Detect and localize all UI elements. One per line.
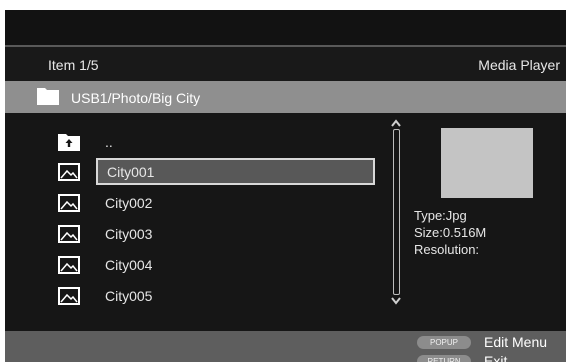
list-item-label: .. xyxy=(105,134,113,150)
current-path: USB1/Photo/Big City xyxy=(71,90,201,106)
scrollbar-track[interactable] xyxy=(393,129,400,295)
scrollbar[interactable] xyxy=(389,117,403,307)
list-item-label: City001 xyxy=(107,164,155,180)
folder-icon xyxy=(37,88,59,105)
list-item-city004[interactable]: City004 xyxy=(5,250,385,280)
file-size: Size:0.516M xyxy=(414,225,487,240)
parent-folder-icon xyxy=(58,134,80,151)
file-browser: .. City001 City002 City003 City004 City0… xyxy=(5,113,566,331)
chevron-up-icon[interactable] xyxy=(389,117,403,129)
return-key-badge: RETURN xyxy=(417,355,471,362)
list-item-city005[interactable]: City005 xyxy=(5,281,385,311)
image-preview xyxy=(441,128,533,198)
breadcrumb: USB1/Photo/Big City xyxy=(5,81,566,113)
list-item-label: City004 xyxy=(105,257,153,273)
popup-key-badge: POPUP xyxy=(417,336,471,349)
image-file-icon xyxy=(58,163,80,181)
chevron-down-icon[interactable] xyxy=(389,295,403,307)
top-bar xyxy=(5,10,566,47)
list-item-label: City003 xyxy=(105,226,153,242)
header-row: Item 1/5 Media Player xyxy=(5,47,566,81)
bottom-hint-bar: POPUP Edit Menu RETURN Exit xyxy=(5,331,566,362)
list-item-parent-folder[interactable]: .. xyxy=(5,127,385,157)
media-player-screen: Item 1/5 Media Player USB1/Photo/Big Cit… xyxy=(5,10,566,362)
list-item-label: City002 xyxy=(105,195,153,211)
file-info: Type:Jpg Size:0.516M Resolution: xyxy=(414,207,486,258)
list-item-city003[interactable]: City003 xyxy=(5,219,385,249)
file-resolution: Resolution: xyxy=(414,242,480,257)
list-item-city002[interactable]: City002 xyxy=(5,188,385,218)
image-file-icon xyxy=(58,225,80,243)
exit-label: Exit xyxy=(484,353,508,362)
list-item-label: City005 xyxy=(105,288,153,304)
image-file-icon xyxy=(58,256,80,274)
image-file-icon xyxy=(58,194,80,212)
item-count: Item 1/5 xyxy=(48,57,99,73)
file-type: Type:Jpg xyxy=(414,208,467,223)
list-item-city001[interactable]: City001 xyxy=(5,157,385,187)
image-file-icon xyxy=(58,287,80,305)
app-title: Media Player xyxy=(478,57,560,73)
edit-menu-label: Edit Menu xyxy=(484,334,548,350)
